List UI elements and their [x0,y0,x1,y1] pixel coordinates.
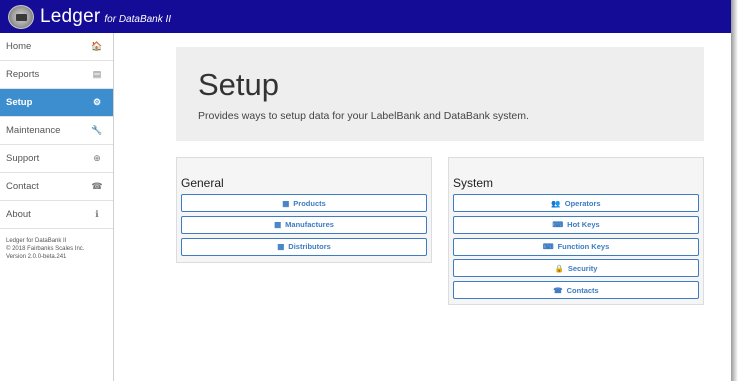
distributors-button[interactable]: ▦ Distributors [181,237,427,256]
button-label: Distributors [288,242,331,252]
table-icon: ▦ [274,220,282,230]
page-title: Setup [198,67,280,102]
button-label: Products [293,198,326,208]
button-label: Manufactures [285,220,334,230]
phone-icon: ☎ [91,181,103,191]
general-panel-title: General [181,176,224,190]
phone-icon: ☎ [553,285,563,295]
system-panel: System 👥 Operators ⌨ Hot Keys ⌨ Function… [448,157,704,305]
users-icon: 👥 [551,198,561,208]
info-icon: ℹ [95,209,99,219]
home-icon: 🏠 [91,41,103,51]
gear-icon: ⚙ [92,97,102,107]
sidebar-item-label: Home [6,41,32,52]
sidebar-item-label: Maintenance [6,125,61,136]
sidebar-footer: Ledger for DataBank II © 2018 Fairbanks … [0,229,113,269]
keyboard-icon: ⌨ [542,242,554,252]
products-button[interactable]: ▦ Products [181,194,427,212]
app-window: Ledger for DataBank II Home 🏠 Reports ▤ … [0,0,738,381]
top-bar: Ledger for DataBank II [0,0,731,33]
sidebar-item-support[interactable]: Support ⊕ [0,145,113,173]
hot-keys-button[interactable]: ⌨ Hot Keys [453,215,699,234]
footer-version: Version 2.0.0-beta.241 [6,254,67,260]
page-header: Setup Provides ways to setup data for yo… [176,47,704,141]
operators-button[interactable]: 👥 Operators [453,194,699,212]
function-keys-button[interactable]: ⌨ Function Keys [453,237,699,256]
system-panel-title: System [453,176,494,190]
brand-suffix: for DataBank II [104,13,172,25]
sidebar-item-label: Contact [6,181,39,192]
table-icon: ▦ [282,198,290,208]
security-button[interactable]: 🔒 Security [453,259,699,278]
general-panel: General ▦ Products ▦ Manufactures ▦ Dist… [176,157,432,263]
page-description: Provides ways to setup data for your Lab… [198,110,529,122]
button-label: Operators [564,198,601,208]
lifebuoy-icon: ⊕ [93,153,101,163]
table-icon: ▦ [277,242,285,252]
footer-product: Ledger for DataBank II [6,238,67,244]
sidebar-item-label: Setup [6,97,33,108]
sidebar-item-contact[interactable]: Contact ☎ [0,173,113,201]
app-logo-icon [8,4,34,29]
button-label: Hot Keys [567,220,600,230]
sidebar-item-reports[interactable]: Reports ▤ [0,61,113,89]
keyboard-icon: ⌨ [552,220,564,230]
button-label: Contacts [566,285,599,295]
sidebar-item-maintenance[interactable]: Maintenance 🔧 [0,117,113,145]
sidebar-item-about[interactable]: About ℹ [0,201,113,229]
sidebar-item-setup[interactable]: Setup ⚙ [0,89,113,117]
button-label: Function Keys [557,242,610,252]
sidebar: Home 🏠 Reports ▤ Setup ⚙ Maintenance 🔧 S… [0,33,114,381]
footer-copyright: © 2018 Fairbanks Scales Inc. [6,246,85,252]
wrench-icon: 🔧 [91,125,103,135]
window-edge-shadow [731,0,738,381]
lock-icon: 🔒 [554,263,564,273]
list-icon: ▤ [92,69,102,79]
sidebar-item-home[interactable]: Home 🏠 [0,33,113,61]
brand-name: Ledger [40,5,101,27]
contacts-button[interactable]: ☎ Contacts [453,281,699,300]
manufactures-button[interactable]: ▦ Manufactures [181,215,427,234]
sidebar-item-label: About [6,209,31,220]
sidebar-item-label: Support [6,153,40,164]
sidebar-item-label: Reports [6,69,40,80]
brand: Ledger for DataBank II [40,6,171,28]
button-label: Security [567,263,598,273]
